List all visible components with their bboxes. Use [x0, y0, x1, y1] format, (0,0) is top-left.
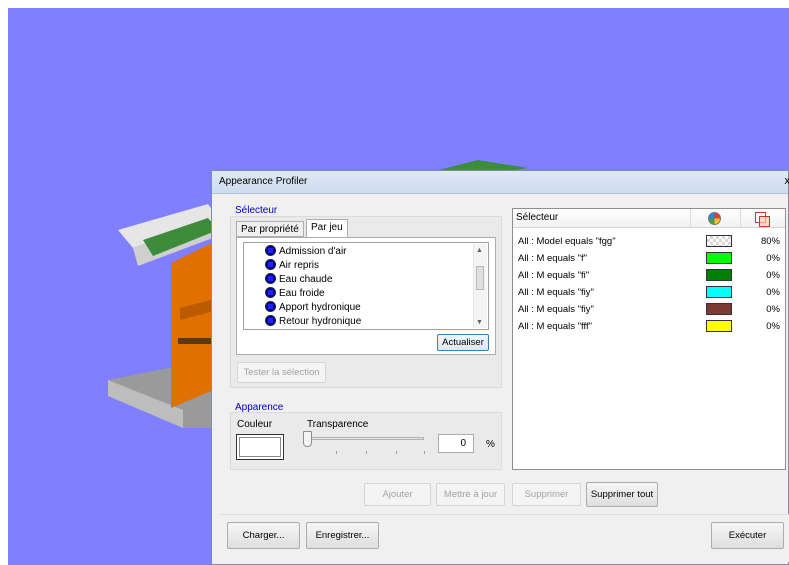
table-row[interactable]: All : M equals "fiy" 0% — [513, 301, 785, 318]
update-button[interactable]: Mettre à jour — [436, 483, 505, 506]
color-picker-button[interactable] — [236, 434, 284, 460]
close-icon[interactable]: x — [785, 175, 789, 187]
table-row[interactable]: All : M equals "fff" 0% — [513, 318, 785, 335]
delete-all-button[interactable]: Supprimer tout — [586, 482, 658, 507]
color-label: Couleur — [237, 419, 273, 430]
color-swatch — [706, 252, 732, 264]
blue-square-icon — [265, 245, 276, 256]
blue-square-icon — [265, 301, 276, 312]
load-button[interactable]: Charger... — [227, 522, 300, 549]
percent-label: % — [486, 439, 495, 450]
scroll-up-icon[interactable]: ▲ — [476, 247, 483, 254]
delete-button[interactable]: Supprimer — [512, 483, 581, 506]
blue-square-icon — [265, 287, 276, 298]
color-swatch — [706, 320, 732, 332]
dialog-titlebar[interactable]: Appearance Profiler x — [212, 171, 789, 194]
refresh-button[interactable]: Actualiser — [437, 334, 489, 351]
slider-tick — [336, 451, 337, 454]
selection-set-list[interactable]: Admission d'air Air repris Eau chaude Ea… — [243, 242, 489, 330]
blue-square-icon — [265, 273, 276, 284]
transparency-label: Transparence — [307, 419, 369, 430]
test-selection-button[interactable]: Tester la sélection — [237, 362, 326, 383]
table-row[interactable]: All : Model equals "fgg" 80% — [513, 233, 785, 250]
column-header-transparency[interactable] — [741, 209, 785, 228]
slider-tick — [396, 451, 397, 454]
tab-par-jeu[interactable]: Par jeu — [306, 219, 348, 237]
tab-par-propriete[interactable]: Par propriété — [236, 221, 304, 237]
dialog-footer — [219, 514, 789, 562]
color-wheel-icon — [708, 212, 721, 225]
list-item[interactable]: Eau froide — [265, 287, 325, 301]
transparency-input[interactable]: 0 — [438, 434, 474, 453]
color-swatch — [706, 269, 732, 281]
color-swatch — [239, 437, 281, 457]
transparency-slider-track[interactable] — [306, 437, 424, 440]
run-button[interactable]: Exécuter — [711, 522, 784, 549]
transparency-icon — [755, 212, 770, 227]
list-item[interactable]: Air repris — [265, 259, 319, 273]
color-swatch — [706, 286, 732, 298]
color-swatch — [706, 303, 732, 315]
table-row[interactable]: All : M equals "fi" 0% — [513, 267, 785, 284]
slider-tick — [424, 451, 425, 454]
column-header-color[interactable] — [691, 209, 741, 228]
list-scrollbar[interactable]: ▲ ▼ — [473, 244, 487, 328]
add-button[interactable]: Ajouter — [364, 483, 431, 506]
list-item[interactable]: Admission d'air — [265, 245, 347, 259]
selector-group-label: Sélecteur — [235, 205, 278, 216]
list-item[interactable]: Apport hydronique — [265, 301, 361, 315]
dialog-title: Appearance Profiler — [219, 176, 308, 187]
scroll-thumb[interactable] — [476, 266, 484, 290]
scroll-down-icon[interactable]: ▼ — [476, 319, 483, 326]
table-row[interactable]: All : M equals "fiy" 0% — [513, 284, 785, 301]
slider-tick — [366, 451, 367, 454]
blue-square-icon — [265, 315, 276, 326]
column-header-selector[interactable]: Sélecteur — [513, 209, 691, 228]
table-row[interactable]: All : M equals "f" 0% — [513, 250, 785, 267]
transparency-slider-thumb[interactable] — [303, 431, 312, 447]
save-button[interactable]: Enregistrer... — [306, 522, 379, 549]
profiles-table[interactable]: Sélecteur All : Model equals "fgg" 80% A… — [512, 208, 786, 470]
blue-square-icon — [265, 259, 276, 270]
list-item[interactable]: Eau chaude — [265, 273, 332, 287]
color-swatch — [706, 235, 732, 247]
list-item[interactable]: Retour hydronique — [265, 315, 361, 329]
